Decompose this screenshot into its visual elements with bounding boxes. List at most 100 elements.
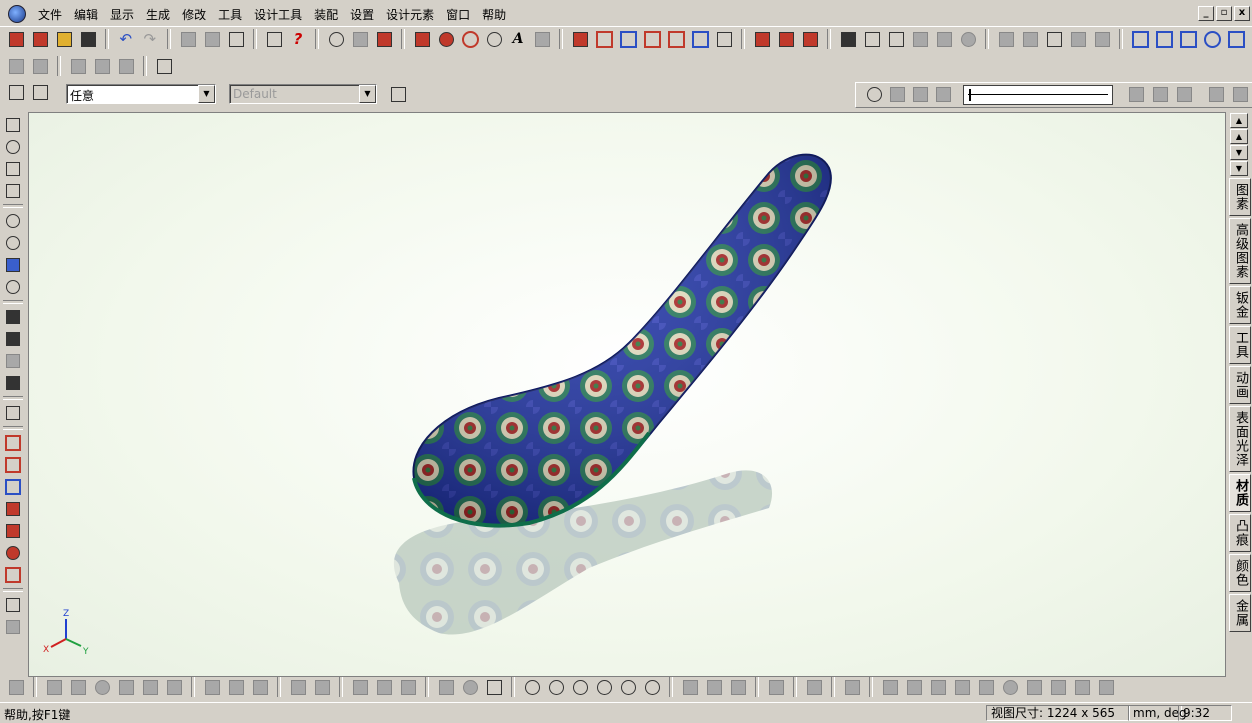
app-icon[interactable]: [8, 5, 26, 23]
fillet-icon[interactable]: [766, 677, 786, 697]
menu-design-tools[interactable]: 设计工具: [248, 4, 308, 25]
section-icon[interactable]: [838, 29, 858, 49]
new-design-icon[interactable]: [6, 29, 26, 49]
tab-metal[interactable]: 金属: [1229, 594, 1251, 632]
zoom-icon[interactable]: [4, 212, 22, 230]
path-edit-icon[interactable]: [1174, 84, 1194, 104]
pan-icon[interactable]: [4, 116, 22, 134]
text-tool-icon[interactable]: [4, 566, 22, 584]
split-part-icon[interactable]: [862, 29, 882, 49]
tab-color[interactable]: 颜色: [1229, 554, 1251, 592]
delete-icon[interactable]: [202, 677, 222, 697]
tab-material[interactable]: 材质: [1229, 474, 1251, 512]
scroll-top-icon[interactable]: ▲: [1230, 113, 1248, 128]
scroll-bottom-icon[interactable]: ▼: [1230, 161, 1248, 176]
face-move-icon[interactable]: [594, 29, 614, 49]
play-icon[interactable]: [887, 84, 907, 104]
disassemble-icon[interactable]: [92, 56, 112, 76]
text-frame-icon[interactable]: [532, 29, 552, 49]
tab-animation[interactable]: 动画: [1229, 366, 1251, 404]
constraint-angle-icon[interactable]: [1072, 677, 1092, 697]
face-draft-icon[interactable]: [690, 29, 710, 49]
convert-icon[interactable]: [312, 677, 332, 697]
loft-icon[interactable]: [484, 29, 504, 49]
design-tree-icon[interactable]: [326, 29, 346, 49]
configuration-select[interactable]: Default ▼: [229, 84, 377, 104]
view-direction-icon[interactable]: [4, 256, 22, 274]
constraint-h-icon[interactable]: [880, 677, 900, 697]
circle-icon[interactable]: [92, 677, 112, 697]
projection-icon[interactable]: [164, 677, 184, 697]
tool-settings-icon[interactable]: [154, 56, 174, 76]
dimension-icon[interactable]: [842, 677, 862, 697]
animation-timeline-slider[interactable]: [963, 85, 1113, 105]
scroll-down-icon[interactable]: ▼: [1230, 145, 1248, 160]
constraint-conc-icon[interactable]: [1000, 677, 1020, 697]
boolean-icon[interactable]: [1068, 29, 1088, 49]
restore-button[interactable]: ▫: [1216, 6, 1232, 21]
face-delete-icon[interactable]: [714, 29, 734, 49]
ellipse-icon[interactable]: [460, 677, 480, 697]
sky-light-icon[interactable]: [4, 522, 22, 540]
record-icon[interactable]: [864, 84, 884, 104]
sphere-icon[interactable]: [4, 544, 22, 562]
view-front-icon[interactable]: [1154, 29, 1174, 49]
storage-icon[interactable]: [374, 29, 394, 49]
constraint-icon[interactable]: [116, 56, 136, 76]
constraint-tan-icon[interactable]: [1024, 677, 1044, 697]
surface-icon[interactable]: [910, 29, 930, 49]
undo-icon[interactable]: ↶: [116, 29, 136, 49]
surface-trim-icon[interactable]: [934, 29, 954, 49]
circle-tangent-icon[interactable]: [594, 677, 614, 697]
spline-icon[interactable]: [140, 677, 160, 697]
zoom-window-icon[interactable]: [4, 234, 22, 252]
shell-icon[interactable]: [752, 29, 772, 49]
arc-icon[interactable]: [680, 677, 700, 697]
menu-edit[interactable]: 编辑: [68, 4, 104, 25]
blend-icon[interactable]: [776, 29, 796, 49]
mirror-icon[interactable]: [1020, 29, 1040, 49]
light-parallel-icon[interactable]: [4, 500, 22, 518]
redo-icon[interactable]: ↷: [140, 29, 160, 49]
paste-icon[interactable]: [226, 29, 246, 49]
circle-center-icon[interactable]: [522, 677, 542, 697]
rectangle-icon[interactable]: [484, 677, 504, 697]
light-point-icon[interactable]: [4, 456, 22, 474]
offset-icon[interactable]: [288, 677, 308, 697]
view-side-icon[interactable]: [1202, 29, 1222, 49]
anim-settings-icon[interactable]: [1206, 84, 1226, 104]
select-arrow-icon[interactable]: [6, 82, 26, 102]
menu-file[interactable]: 文件: [32, 4, 68, 25]
tangent-line-icon[interactable]: [374, 677, 394, 697]
grid-snap-icon[interactable]: [68, 677, 88, 697]
menu-assembly[interactable]: 装配: [308, 4, 344, 25]
light-icon[interactable]: [4, 434, 22, 452]
camera-settings-icon[interactable]: [4, 374, 22, 392]
tilt-icon[interactable]: [4, 182, 22, 200]
face-rotate-icon[interactable]: [618, 29, 638, 49]
menu-tools[interactable]: 工具: [212, 4, 248, 25]
view-cube-icon[interactable]: [1130, 29, 1150, 49]
minimize-button[interactable]: _: [1198, 6, 1214, 21]
view-top-icon[interactable]: [1178, 29, 1198, 49]
menu-settings[interactable]: 设置: [344, 4, 380, 25]
keyframe-icon[interactable]: [1126, 84, 1146, 104]
arc-3pt-icon[interactable]: [704, 677, 724, 697]
tab-bump[interactable]: 凸痕: [1229, 514, 1251, 552]
circle-3pt-icon[interactable]: [570, 677, 590, 697]
face-offset-icon[interactable]: [642, 29, 662, 49]
slider-thumb[interactable]: [969, 89, 971, 101]
scale-icon[interactable]: [1044, 29, 1064, 49]
array-icon[interactable]: [996, 29, 1016, 49]
erase-icon[interactable]: [250, 677, 270, 697]
path-icon[interactable]: [1150, 84, 1170, 104]
circle-2pt-icon[interactable]: [546, 677, 566, 697]
constraint-v-icon[interactable]: [904, 677, 924, 697]
rewind-icon[interactable]: [933, 84, 953, 104]
tab-sheet-metal[interactable]: 钣金: [1229, 286, 1251, 324]
tab-surface-gloss[interactable]: 表面光泽: [1229, 406, 1251, 472]
line-icon[interactable]: [350, 677, 370, 697]
new-drawing-icon[interactable]: [30, 29, 50, 49]
stop-icon[interactable]: [910, 84, 930, 104]
constraint-eq-icon[interactable]: [1048, 677, 1068, 697]
